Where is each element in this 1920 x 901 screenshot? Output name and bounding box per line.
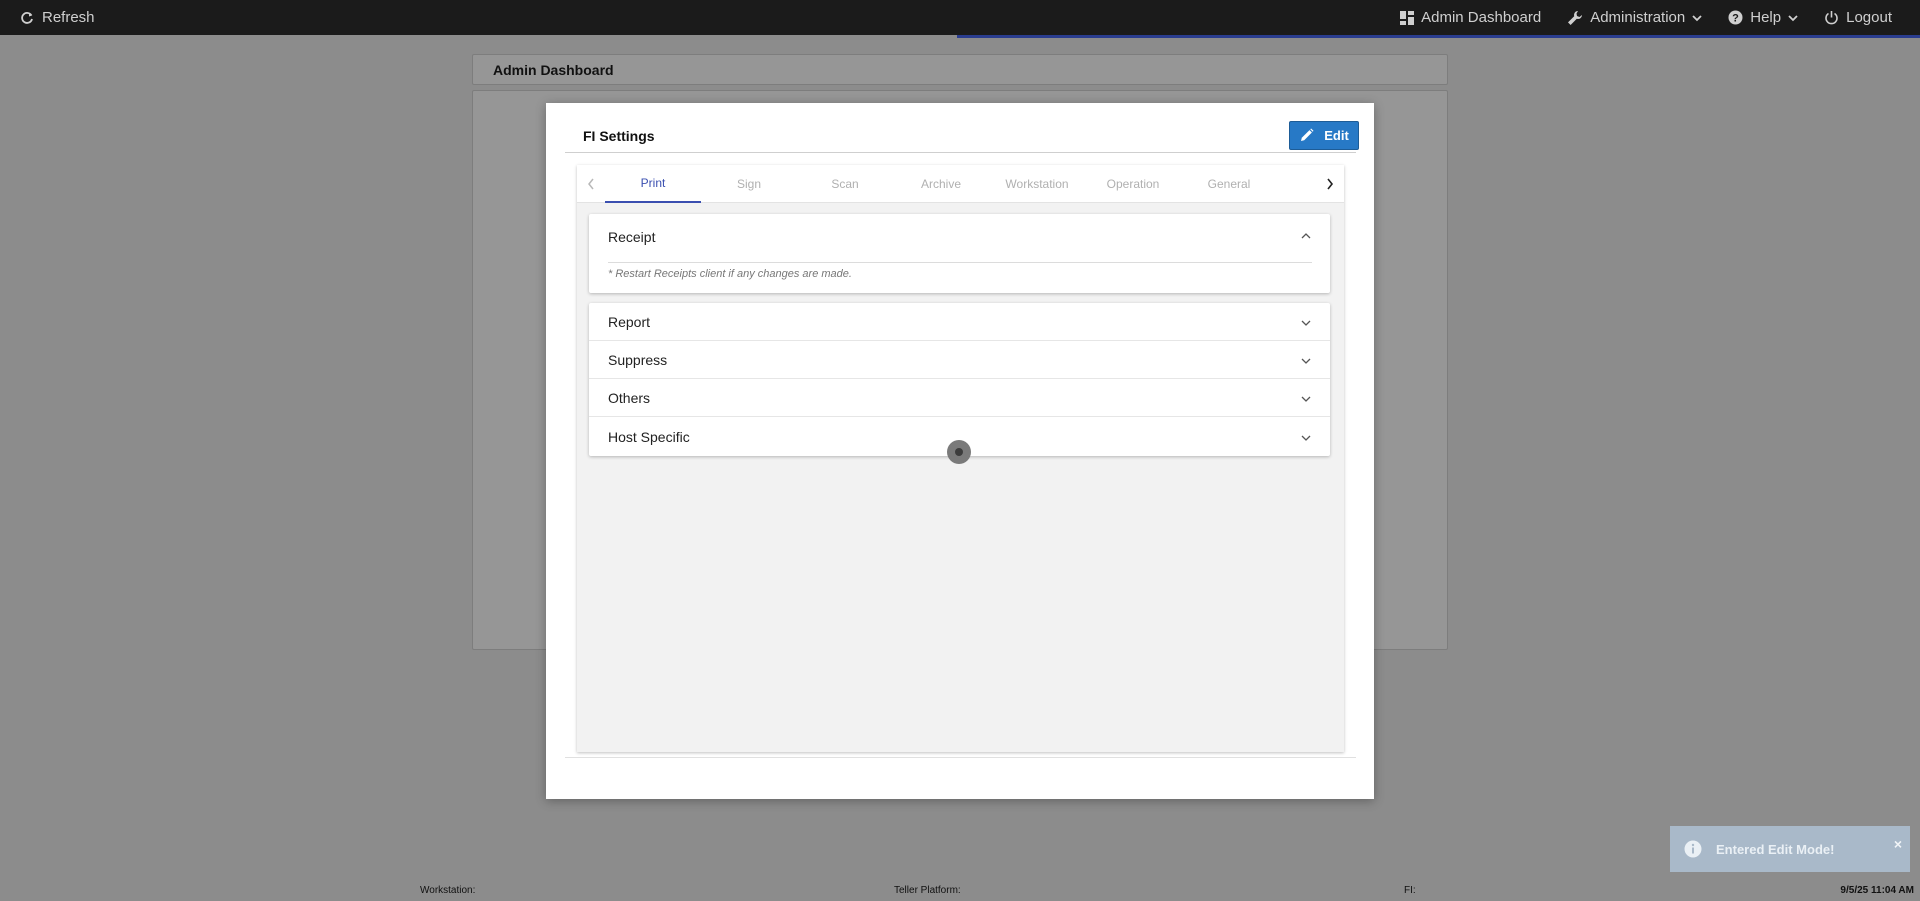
- receipt-header[interactable]: Receipt: [608, 229, 655, 245]
- chevron-down-icon: [1301, 396, 1311, 402]
- status-teller-platform: Teller Platform:: [894, 885, 961, 896]
- wrench-icon: [1568, 10, 1583, 25]
- help-icon: ?: [1728, 10, 1743, 25]
- settings-tabs: Print Sign Scan Archive Workstation Oper…: [577, 165, 1344, 203]
- tab-general[interactable]: General: [1181, 165, 1277, 203]
- tab-scan[interactable]: Scan: [797, 165, 893, 203]
- nav-admin-dashboard[interactable]: Admin Dashboard: [1400, 9, 1541, 26]
- tab-sign[interactable]: Sign: [701, 165, 797, 203]
- tab-strip: Print Sign Scan Archive Workstation Oper…: [605, 165, 1316, 203]
- receipt-note: * Restart Receipts client if any changes…: [608, 268, 852, 280]
- nav-administration-label: Administration: [1590, 9, 1686, 26]
- progress-line: [957, 35, 1920, 38]
- modal-title: FI Settings: [583, 128, 655, 144]
- top-navbar: Refresh Admin Dashboard Administration ?…: [0, 0, 1920, 35]
- tab-print[interactable]: Print: [605, 165, 701, 203]
- status-datetime: 9/5/25 11:04 AM: [1840, 885, 1914, 896]
- section-others-title: Others: [608, 390, 651, 406]
- chevron-down-icon: [1301, 435, 1311, 441]
- section-report-title: Report: [608, 314, 651, 330]
- cursor-indicator: [947, 440, 971, 464]
- nav-logout-label: Logout: [1846, 9, 1892, 26]
- tab-scroll-left[interactable]: [577, 165, 605, 203]
- admin-dashboard-title: Admin Dashboard: [493, 62, 614, 78]
- nav-help[interactable]: ? Help: [1728, 9, 1798, 26]
- nav-help-label: Help: [1750, 9, 1782, 26]
- tab-archive[interactable]: Archive: [893, 165, 989, 203]
- section-suppress[interactable]: Suppress: [589, 341, 1330, 379]
- chevron-up-icon[interactable]: [1300, 230, 1312, 242]
- toast-message: Entered Edit Mode!: [1716, 841, 1835, 857]
- power-icon: [1825, 11, 1838, 25]
- nav-logout[interactable]: Logout: [1824, 9, 1892, 26]
- chevron-down-icon: [1788, 14, 1798, 21]
- tab-operation[interactable]: Operation: [1085, 165, 1181, 203]
- toast-notification: Entered Edit Mode! ×: [1670, 826, 1910, 872]
- section-report[interactable]: Report: [589, 303, 1330, 341]
- pencil-icon: [1301, 128, 1314, 141]
- refresh-icon: [21, 11, 33, 24]
- tab-scroll-right[interactable]: [1316, 165, 1344, 203]
- refresh-label: Refresh: [42, 9, 95, 26]
- section-others[interactable]: Others: [589, 379, 1330, 417]
- status-bar: Workstation: Teller Platform: FI: 9/5/25…: [0, 879, 1920, 901]
- receipt-divider: [608, 262, 1312, 263]
- top-nav-menu: Admin Dashboard Administration ? Help Lo…: [1400, 0, 1892, 35]
- chevron-down-icon: [1301, 320, 1311, 326]
- admin-dashboard-header: Admin Dashboard: [472, 54, 1448, 85]
- modal-footer-divider: [565, 757, 1356, 758]
- section-suppress-title: Suppress: [608, 352, 668, 368]
- refresh-button[interactable]: Refresh: [20, 0, 95, 35]
- info-icon: [1684, 840, 1702, 858]
- dashboard-icon: [1400, 10, 1415, 25]
- receipt-section: Receipt * Restart Receipts client if any…: [589, 214, 1330, 293]
- chevron-left-icon: [588, 178, 594, 190]
- chevron-down-icon: [1301, 358, 1311, 364]
- nav-admin-dashboard-label: Admin Dashboard: [1421, 9, 1542, 26]
- tab-partial[interactable]: F: [1277, 165, 1316, 203]
- svg-text:?: ?: [1732, 13, 1739, 25]
- status-fi: FI:: [1404, 885, 1416, 896]
- toast-close-button[interactable]: ×: [1894, 836, 1902, 852]
- edit-button[interactable]: Edit: [1289, 121, 1359, 150]
- edit-button-label: Edit: [1324, 128, 1349, 143]
- chevron-down-icon: [1692, 14, 1702, 21]
- status-workstation: Workstation:: [420, 885, 476, 896]
- nav-administration[interactable]: Administration: [1567, 9, 1702, 26]
- tab-workstation[interactable]: Workstation: [989, 165, 1085, 203]
- settings-sections: Report Suppress Others Host Specific: [589, 303, 1330, 456]
- section-host-specific-title: Host Specific: [608, 429, 690, 445]
- chevron-right-icon: [1327, 178, 1334, 190]
- modal-divider: [565, 152, 1356, 153]
